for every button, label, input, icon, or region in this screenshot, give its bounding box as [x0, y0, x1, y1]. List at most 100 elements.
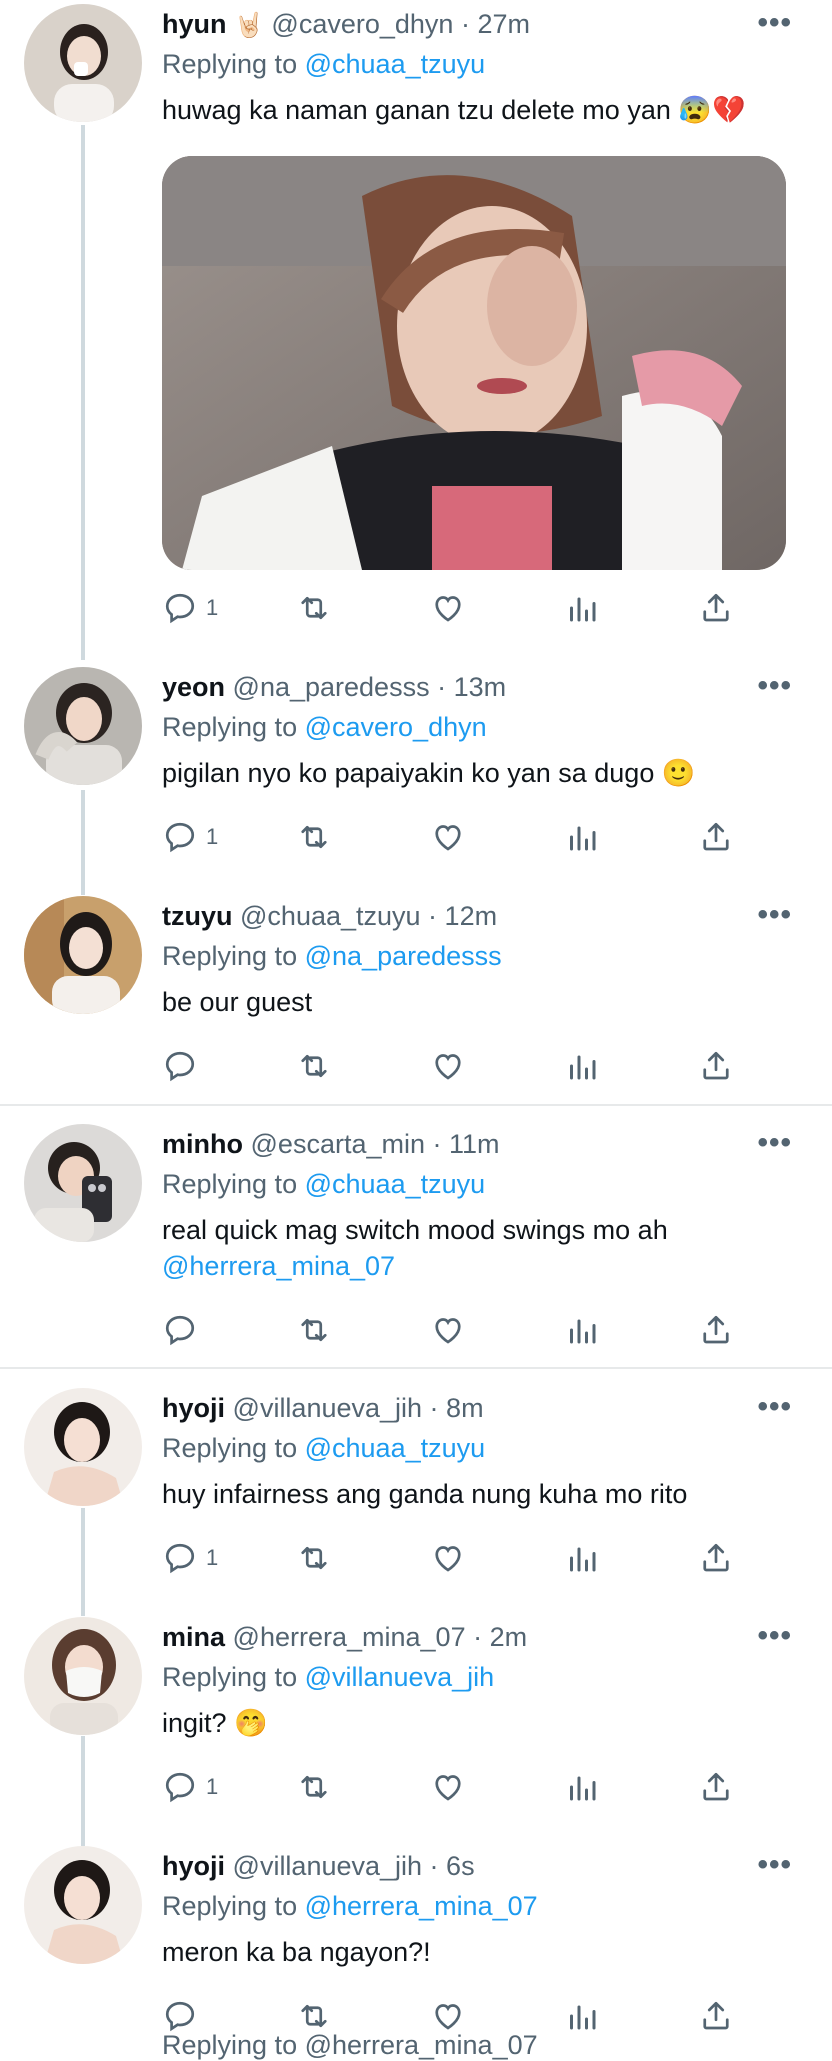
tweet-text-content: ingit? — [162, 1708, 227, 1738]
reply-button[interactable]: 1 — [162, 1538, 218, 1578]
display-name[interactable]: tzuyu — [162, 901, 233, 931]
avatar[interactable] — [24, 1124, 142, 1242]
display-name[interactable]: yeon — [162, 672, 225, 702]
reply-button[interactable]: 1 — [162, 588, 218, 628]
timestamp[interactable]: 11m — [449, 1129, 500, 1159]
handle[interactable]: @herrera_mina_07 — [233, 1622, 466, 1652]
like-button[interactable] — [430, 1046, 466, 1086]
handle[interactable]: @villanueva_jih — [233, 1851, 423, 1881]
timestamp[interactable]: 6s — [446, 1851, 475, 1881]
share-button[interactable] — [698, 1767, 734, 1807]
replying-to-mention[interactable]: @na_paredesss — [305, 941, 502, 971]
replying-to-mention[interactable]: @chuaa_tzuyu — [305, 1169, 486, 1199]
share-button[interactable] — [698, 1046, 734, 1086]
views-button[interactable] — [564, 817, 600, 857]
reply-button[interactable] — [162, 1310, 198, 1350]
handle[interactable]: @na_paredesss — [233, 672, 430, 702]
views-button[interactable] — [564, 1046, 600, 1086]
handle[interactable]: @villanueva_jih — [233, 1393, 423, 1423]
share-button[interactable] — [698, 588, 734, 628]
tweet[interactable]: hyoji @villanueva_jih · 6s ••• Replying … — [0, 1842, 832, 2048]
tweet[interactable]: yeon @na_paredesss · 13m ••• Replying to… — [0, 663, 832, 888]
tweet-text-content: be our guest — [162, 987, 313, 1017]
tweet[interactable]: mina @herrera_mina_07 · 2m ••• Replying … — [0, 1613, 832, 1838]
replying-to-mention[interactable]: @cavero_dhyn — [305, 712, 487, 742]
retweet-button[interactable] — [296, 1046, 332, 1086]
retweet-button[interactable] — [296, 588, 332, 628]
views-button[interactable] — [564, 1310, 600, 1350]
tweet[interactable]: hyun 🤘🏻 @cavero_dhyn · 27m ••• Replying … — [0, 0, 832, 660]
tweet[interactable]: hyoji @villanueva_jih · 8m ••• Replying … — [0, 1384, 832, 1609]
tweet-mention[interactable]: @herrera_mina_07 — [162, 1248, 782, 1284]
share-button[interactable] — [698, 817, 734, 857]
replying-to: Replying to @herrera_mina_07 — [162, 1888, 538, 1924]
timestamp[interactable]: 8m — [446, 1393, 484, 1423]
retweet-button[interactable] — [296, 1767, 332, 1807]
tweet[interactable]: minho @escarta_min · 11m ••• Replying to… — [0, 1120, 832, 1365]
views-button[interactable] — [564, 1538, 600, 1578]
views-button[interactable] — [564, 588, 600, 628]
views-button[interactable] — [564, 1996, 600, 2036]
views-button[interactable] — [564, 1767, 600, 1807]
tweet-text-content: huy infairness ang ganda nung kuha mo ri… — [162, 1479, 688, 1509]
handle[interactable]: @escarta_min — [251, 1129, 425, 1159]
tweet[interactable]: tzuyu @chuaa_tzuyu · 12m ••• Replying to… — [0, 892, 832, 1102]
replying-to-mention[interactable]: @herrera_mina_07 — [305, 1891, 538, 1921]
timestamp[interactable]: 27m — [477, 9, 530, 39]
more-options-icon[interactable]: ••• — [757, 1126, 792, 1160]
replying-to-mention[interactable]: @villanueva_jih — [305, 1662, 495, 1692]
replying-to-mention[interactable]: @chuaa_tzuyu — [305, 1433, 486, 1463]
views-icon — [564, 590, 600, 626]
avatar[interactable] — [24, 4, 142, 122]
display-name[interactable]: minho — [162, 1129, 243, 1159]
display-name[interactable]: hyun — [162, 9, 227, 39]
replying-to-label: Replying to — [162, 1662, 298, 1692]
timestamp[interactable]: 13m — [454, 672, 507, 702]
share-icon — [698, 1312, 734, 1348]
handle[interactable]: @chuaa_tzuyu — [240, 901, 421, 931]
share-button[interactable] — [698, 1538, 734, 1578]
like-button[interactable] — [430, 1767, 466, 1807]
more-options-icon[interactable]: ••• — [757, 898, 792, 932]
share-button[interactable] — [698, 1996, 734, 2036]
retweet-button[interactable] — [296, 1538, 332, 1578]
display-name[interactable]: hyoji — [162, 1393, 225, 1423]
more-options-icon[interactable]: ••• — [757, 6, 792, 40]
like-button[interactable] — [430, 817, 466, 857]
like-button[interactable] — [430, 1310, 466, 1350]
avatar[interactable] — [24, 1846, 142, 1964]
avatar[interactable] — [24, 1388, 142, 1506]
avatar[interactable] — [24, 1617, 142, 1735]
avatar[interactable] — [24, 896, 142, 1014]
replying-to: Replying to @chuaa_tzuyu — [162, 1166, 485, 1202]
reply-icon — [162, 1540, 198, 1576]
like-button[interactable] — [430, 1538, 466, 1578]
timestamp[interactable]: 12m — [445, 901, 498, 931]
separator: · — [422, 1851, 447, 1881]
retweet-button[interactable] — [296, 817, 332, 857]
tweet-header: hyoji @villanueva_jih · 8m — [162, 1390, 484, 1426]
tweet-media-image[interactable] — [162, 156, 786, 570]
more-options-icon[interactable]: ••• — [757, 669, 792, 703]
replying-to: Replying to @cavero_dhyn — [162, 709, 487, 745]
like-button[interactable] — [430, 588, 466, 628]
tweet-text: huy infairness ang ganda nung kuha mo ri… — [162, 1476, 782, 1512]
timestamp[interactable]: 2m — [490, 1622, 528, 1652]
handle[interactable]: @cavero_dhyn — [271, 9, 453, 39]
emoji-tail: 🤭 — [234, 1708, 268, 1738]
share-icon — [698, 1769, 734, 1805]
display-name[interactable]: mina — [162, 1622, 225, 1652]
replying-to-mention[interactable]: @chuaa_tzuyu — [305, 49, 486, 79]
reply-button[interactable]: 1 — [162, 817, 218, 857]
share-button[interactable] — [698, 1310, 734, 1350]
tweet-text-content: pigilan nyo ko papaiyakin ko yan sa dugo — [162, 758, 655, 788]
reply-button[interactable] — [162, 1046, 198, 1086]
display-name[interactable]: hyoji — [162, 1851, 225, 1881]
more-options-icon[interactable]: ••• — [757, 1848, 792, 1882]
more-options-icon[interactable]: ••• — [757, 1619, 792, 1653]
reply-button[interactable]: 1 — [162, 1767, 218, 1807]
retweet-button[interactable] — [296, 1310, 332, 1350]
more-options-icon[interactable]: ••• — [757, 1390, 792, 1424]
avatar[interactable] — [24, 667, 142, 785]
emoji-tail: 🙂 — [661, 758, 696, 788]
